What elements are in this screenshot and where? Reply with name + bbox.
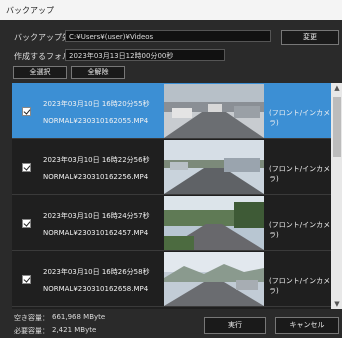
video-thumbnail — [164, 84, 264, 138]
cancel-button[interactable]: キャンセル — [275, 317, 339, 334]
scroll-down-icon[interactable]: ▼ — [331, 299, 342, 309]
folder-field[interactable]: 2023年03月13日12時00分00秒 — [65, 49, 225, 61]
scroll-up-icon[interactable]: ▲ — [331, 83, 342, 93]
video-thumbnail — [164, 196, 264, 250]
item-filename: NORMAL¥230310162658.MP4 — [43, 285, 149, 293]
item-checkbox[interactable] — [22, 275, 31, 284]
item-camera: (フロント/インカメラ) — [269, 109, 331, 127]
item-datetime: 2023年03月10日 16時24分57秒 — [43, 212, 150, 220]
title-bar: バックアップ — [0, 0, 342, 20]
window-title: バックアップ — [6, 6, 54, 15]
item-filename: NORMAL¥230310162457.MP4 — [43, 229, 149, 237]
free-space-row: 空き容量： 661,968 MByte — [14, 313, 105, 323]
list-item[interactable]: 2023年03月10日 16時26分58秒 NORMAL¥23031016265… — [12, 251, 331, 307]
item-checkbox[interactable] — [22, 219, 31, 228]
list-item[interactable]: 2023年03月10日 16時20分55秒 NORMAL¥23031016205… — [12, 83, 331, 139]
item-filename: NORMAL¥230310162055.MP4 — [43, 117, 149, 125]
required-space-row: 必要容量： 2,421 MByte — [14, 326, 96, 336]
video-thumbnail — [164, 252, 264, 306]
required-space-value: 2,421 MByte — [52, 326, 97, 334]
list-item[interactable]: 2023年03月10日 16時24分57秒 NORMAL¥23031016245… — [12, 195, 331, 251]
select-all-button[interactable]: 全選択 — [13, 66, 67, 79]
free-space-label: 空き容量： — [14, 314, 49, 322]
item-camera: (フロント/インカメラ) — [269, 277, 331, 295]
video-file-list: 2023年03月10日 16時20分55秒 NORMAL¥23031016205… — [12, 83, 342, 309]
item-datetime: 2023年03月10日 16時20分55秒 — [43, 100, 150, 108]
video-thumbnail — [164, 140, 264, 194]
run-button[interactable]: 実行 — [204, 317, 266, 334]
list-scrollbar[interactable]: ▲ ▼ — [331, 83, 342, 309]
item-camera: (フロント/インカメラ) — [269, 221, 331, 239]
free-space-value: 661,968 MByte — [52, 313, 106, 321]
list-item[interactable]: 2023年03月10日 16時22分56秒 NORMAL¥23031016225… — [12, 139, 331, 195]
item-camera: (フロント/インカメラ) — [269, 165, 331, 183]
required-space-label: 必要容量： — [14, 327, 49, 335]
change-button[interactable]: 変更 — [281, 30, 339, 45]
item-checkbox[interactable] — [22, 107, 31, 116]
deselect-all-button[interactable]: 全解除 — [71, 66, 125, 79]
item-datetime: 2023年03月10日 16時26分58秒 — [43, 268, 150, 276]
item-datetime: 2023年03月10日 16時22分56秒 — [43, 156, 150, 164]
backup-destination-field[interactable]: C:¥Users¥(user)¥Videos — [65, 30, 271, 42]
item-filename: NORMAL¥230310162256.MP4 — [43, 173, 149, 181]
item-checkbox[interactable] — [22, 163, 31, 172]
scroll-thumb[interactable] — [333, 97, 341, 157]
